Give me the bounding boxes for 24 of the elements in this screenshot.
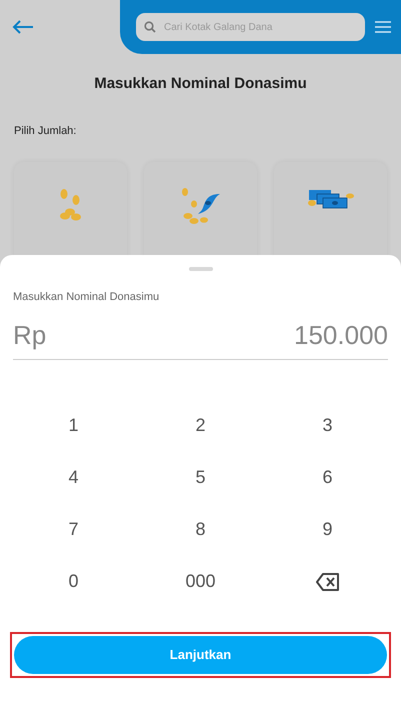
keypad-key[interactable]: 9 (264, 504, 391, 556)
money-icon (180, 188, 222, 226)
keypad-key[interactable]: 8 (137, 504, 264, 556)
keypad-key[interactable]: 0 (10, 556, 137, 608)
keypad-key[interactable]: 4 (10, 452, 137, 504)
keypad-key[interactable]: 2 (137, 400, 264, 452)
search-icon (144, 21, 156, 33)
search-field[interactable]: Cari Kotak Galang Dana (136, 13, 365, 41)
amount-label: Pilih Jumlah: (14, 124, 78, 138)
currency-label: Rp (13, 318, 46, 352)
keypad-key[interactable]: 7 (10, 504, 137, 556)
amount-field-label: Masukkan Nominal Donasimu (13, 290, 160, 305)
page-title: Masukkan Nominal Donasimu (93, 74, 308, 94)
keypad-key[interactable]: 5 (137, 452, 264, 504)
drag-handle[interactable] (188, 267, 212, 271)
keypad-key[interactable]: 6 (264, 452, 391, 504)
banknotes-icon (306, 188, 354, 210)
keypad-key[interactable]: 3 (264, 400, 391, 452)
keypad-key[interactable]: 000 (137, 556, 264, 608)
amount-field[interactable]: Rp 150.000 (13, 316, 388, 360)
menu-icon[interactable] (375, 21, 391, 33)
back-arrow-icon[interactable] (12, 20, 34, 34)
keypad-key[interactable]: 1 (10, 400, 137, 452)
amount-value: 150.000 (294, 318, 388, 352)
